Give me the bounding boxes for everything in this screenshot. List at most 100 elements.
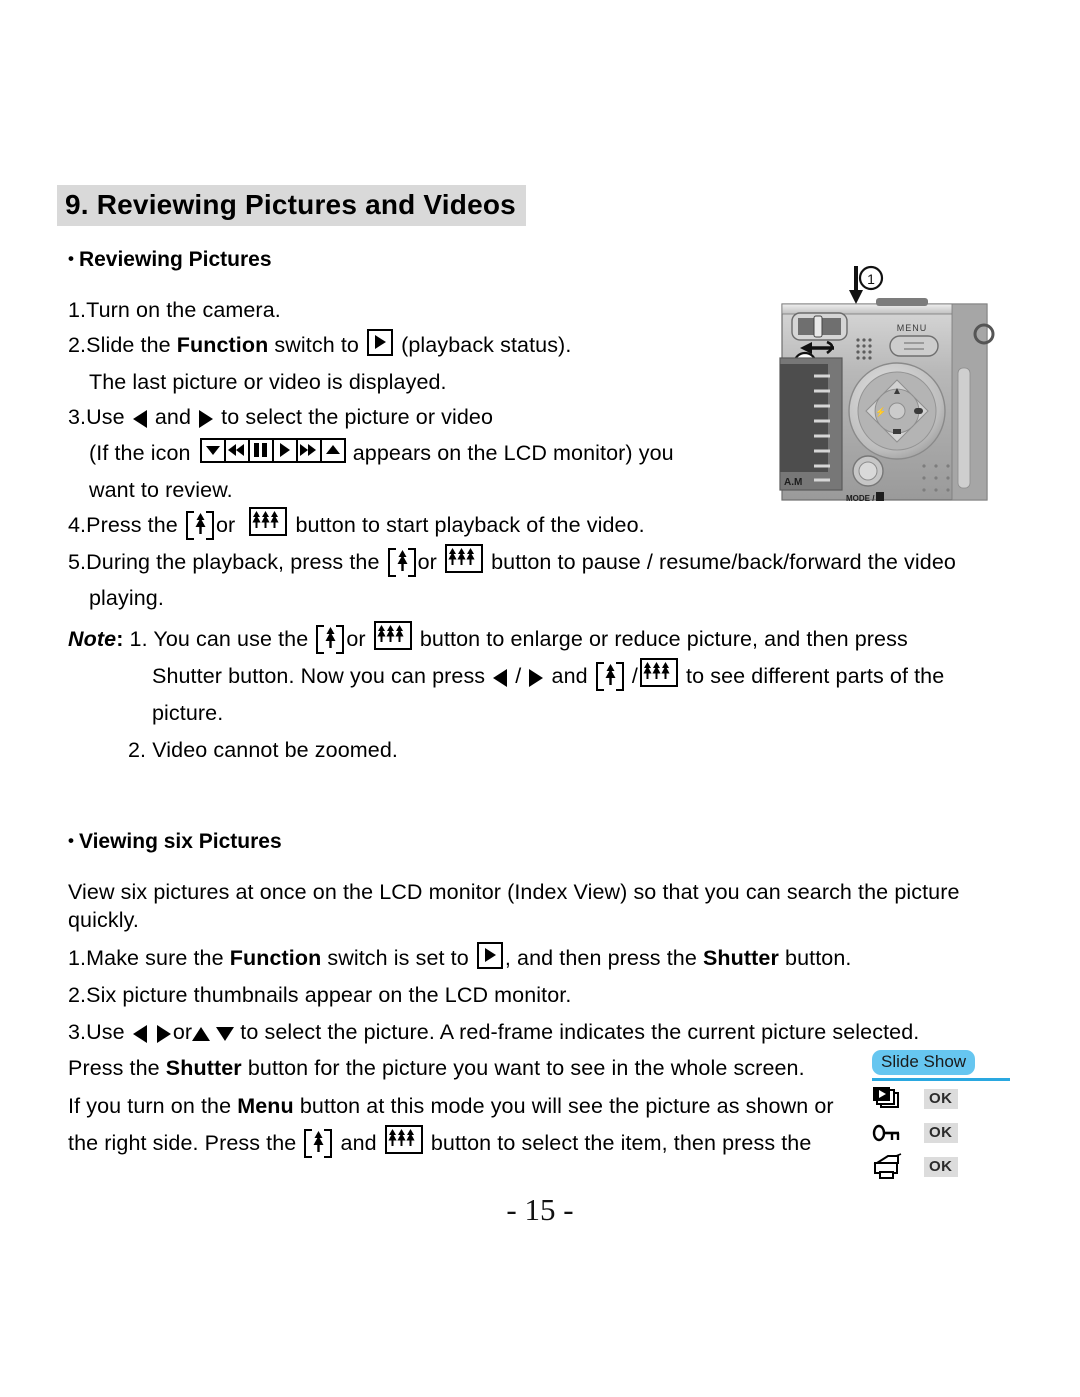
arrow-right-icon: [155, 1024, 173, 1043]
vs-step-1-function-keyword: Function: [229, 946, 322, 970]
step-5-text-a: 5.During the playback, press the: [68, 550, 386, 574]
note-item-2: 2. Video cannot be zoomed.: [128, 738, 398, 762]
wide-zoom-icon: [373, 621, 412, 650]
ok-badge[interactable]: OK: [924, 1089, 958, 1109]
tree-glyph: [605, 664, 616, 685]
playback-mode-icon: [367, 329, 394, 356]
subsection-heading-viewing-six-pictures: • Viewing six Pictures: [68, 830, 282, 854]
playback-mode-icon: [476, 942, 503, 969]
vs-menu-note-c: button at this mode you will see the pic…: [293, 1094, 834, 1118]
function-switch: [791, 312, 848, 341]
step-3-text-a: 3.Use: [68, 405, 131, 429]
stop-down-icon: [199, 438, 226, 463]
pause-icon: [247, 438, 274, 463]
tree-glyph: [406, 1129, 415, 1146]
trash-icon: [876, 492, 884, 501]
step-1: 1.Turn on the camera.: [68, 298, 281, 322]
step-4-text-b: or: [215, 513, 236, 537]
arrow-left-icon: [491, 668, 509, 687]
vs-step-3-b: or: [172, 1020, 193, 1044]
document-page: 9. Reviewing Pictures and Videos • Review…: [0, 0, 1080, 1397]
telephoto-zoom-icon: [387, 548, 416, 577]
ok-badge[interactable]: OK: [924, 1123, 958, 1143]
step-3-text-d: (If the icon: [89, 441, 197, 465]
vs-menu-note-line2-a: the right side. Press the: [68, 1131, 303, 1155]
tree-glyph: [195, 513, 206, 534]
page-title: 9. Reviewing Pictures and Videos: [57, 185, 526, 227]
page-number: - 15 -: [506, 1192, 574, 1227]
step-2-text-d: (playback status).: [395, 333, 572, 357]
arrow-right-icon: [197, 409, 215, 428]
step-2-text-a: 2.Slide the: [68, 333, 177, 357]
slide-show-menu-item[interactable]: Slide Show: [872, 1050, 1072, 1075]
note-1-line2-c: and: [545, 664, 594, 688]
note-1-text-b: or: [346, 627, 366, 651]
slide-show-icon: [872, 1085, 906, 1113]
vs-shutter-keyword: Shutter: [165, 1056, 242, 1080]
bullet-icon: •: [68, 249, 74, 268]
telephoto-zoom-icon: [185, 511, 214, 540]
telephoto-zoom-icon: [595, 662, 624, 691]
vs-step-3-c: to select the picture. A red-frame indic…: [234, 1020, 920, 1044]
step-5: 5.During the playback, press the or butt…: [68, 542, 956, 582]
tree-glyph: [313, 1131, 324, 1152]
tree-glyph: [377, 625, 386, 642]
viewing-six-menu-note-continued: the right side. Press the and button to …: [68, 1123, 811, 1163]
note-item-1-continued-2: picture.: [152, 701, 224, 725]
step-2-text-c: switch to: [268, 333, 366, 357]
rewind-icon: [223, 438, 250, 463]
ok-badge[interactable]: OK: [924, 1157, 958, 1177]
tree-glyph: [643, 662, 652, 679]
arrow-down-icon: [216, 1024, 235, 1042]
note-item-1: Note: 1. You can use the or button to en…: [68, 619, 908, 659]
play-icon: [271, 438, 298, 463]
subsection-heading-label: Viewing six Pictures: [78, 830, 282, 853]
camera-rear-illustration: 1 2: [779, 265, 995, 503]
callout-1-label: 1: [867, 271, 875, 287]
camera-menu-widget: Slide Show OK OK OK: [872, 1050, 1072, 1183]
tree-glyph: [397, 550, 408, 571]
slide-show-label: Slide Show: [872, 1050, 976, 1075]
lcd-label: A.M: [784, 477, 802, 488]
note-1-text-a: 1. You can use the: [129, 627, 315, 651]
bullet-icon: •: [68, 831, 74, 850]
menu-row-slide-show[interactable]: OK: [872, 1083, 1072, 1115]
vs-step-1-shutter-keyword: Shutter: [702, 946, 779, 970]
step-3-text-e: appears on the LCD monitor) you: [346, 441, 674, 465]
step-5-text-c: button to pause / resume/back/forward th…: [485, 550, 956, 574]
step-3-text-b: and: [148, 405, 198, 429]
mode-button-label: MODE /: [846, 494, 875, 503]
note-colon: :: [116, 627, 124, 651]
vs-step-1-f: button.: [778, 946, 852, 970]
wide-zoom-icon: [445, 544, 484, 573]
key-lock-icon: [872, 1119, 906, 1147]
tree-glyph: [252, 511, 262, 528]
tree-glyph: [466, 548, 475, 565]
menu-divider: [872, 1078, 1010, 1081]
tree-glyph: [448, 548, 457, 565]
arrow-right-icon: [527, 668, 545, 687]
step-4-text-a: 4.Press the: [68, 513, 184, 537]
vs-step-3-line2-c: button for the picture you want to see i…: [241, 1056, 805, 1080]
step-2-continued: The last picture or video is displayed.: [89, 370, 447, 394]
note-1-line2-e: to see different parts of the: [679, 664, 945, 688]
fast-forward-icon: [295, 438, 322, 463]
subsection-heading-label: Reviewing Pictures: [78, 248, 272, 271]
tree-glyph: [261, 511, 271, 528]
tree-glyph: [652, 662, 661, 679]
menu-row-protect[interactable]: OK: [872, 1117, 1072, 1149]
tree-glyph: [325, 627, 336, 648]
tree-glyph: [661, 662, 670, 679]
viewing-six-intro-line-2: quickly.: [68, 908, 139, 932]
arrow-up-icon: [192, 1024, 211, 1042]
tree-glyph: [388, 1129, 397, 1146]
viewing-six-step-1: 1.Make sure the Function switch is set t…: [68, 938, 851, 978]
arrow-left-icon: [131, 409, 149, 428]
four-way-navigation-pad[interactable]: ⚡: [848, 362, 946, 460]
note-1-line2-d: /: [625, 664, 638, 688]
menu-row-print[interactable]: OK: [872, 1151, 1072, 1183]
note-1-line2-a: Shutter button. Now you can press: [152, 664, 492, 688]
viewing-six-step-3: 3.Use or to select the picture. A red-fr…: [68, 1012, 919, 1052]
vs-menu-note-line2-b: and: [334, 1131, 383, 1155]
vs-step-1-c: switch is set to: [321, 946, 475, 970]
